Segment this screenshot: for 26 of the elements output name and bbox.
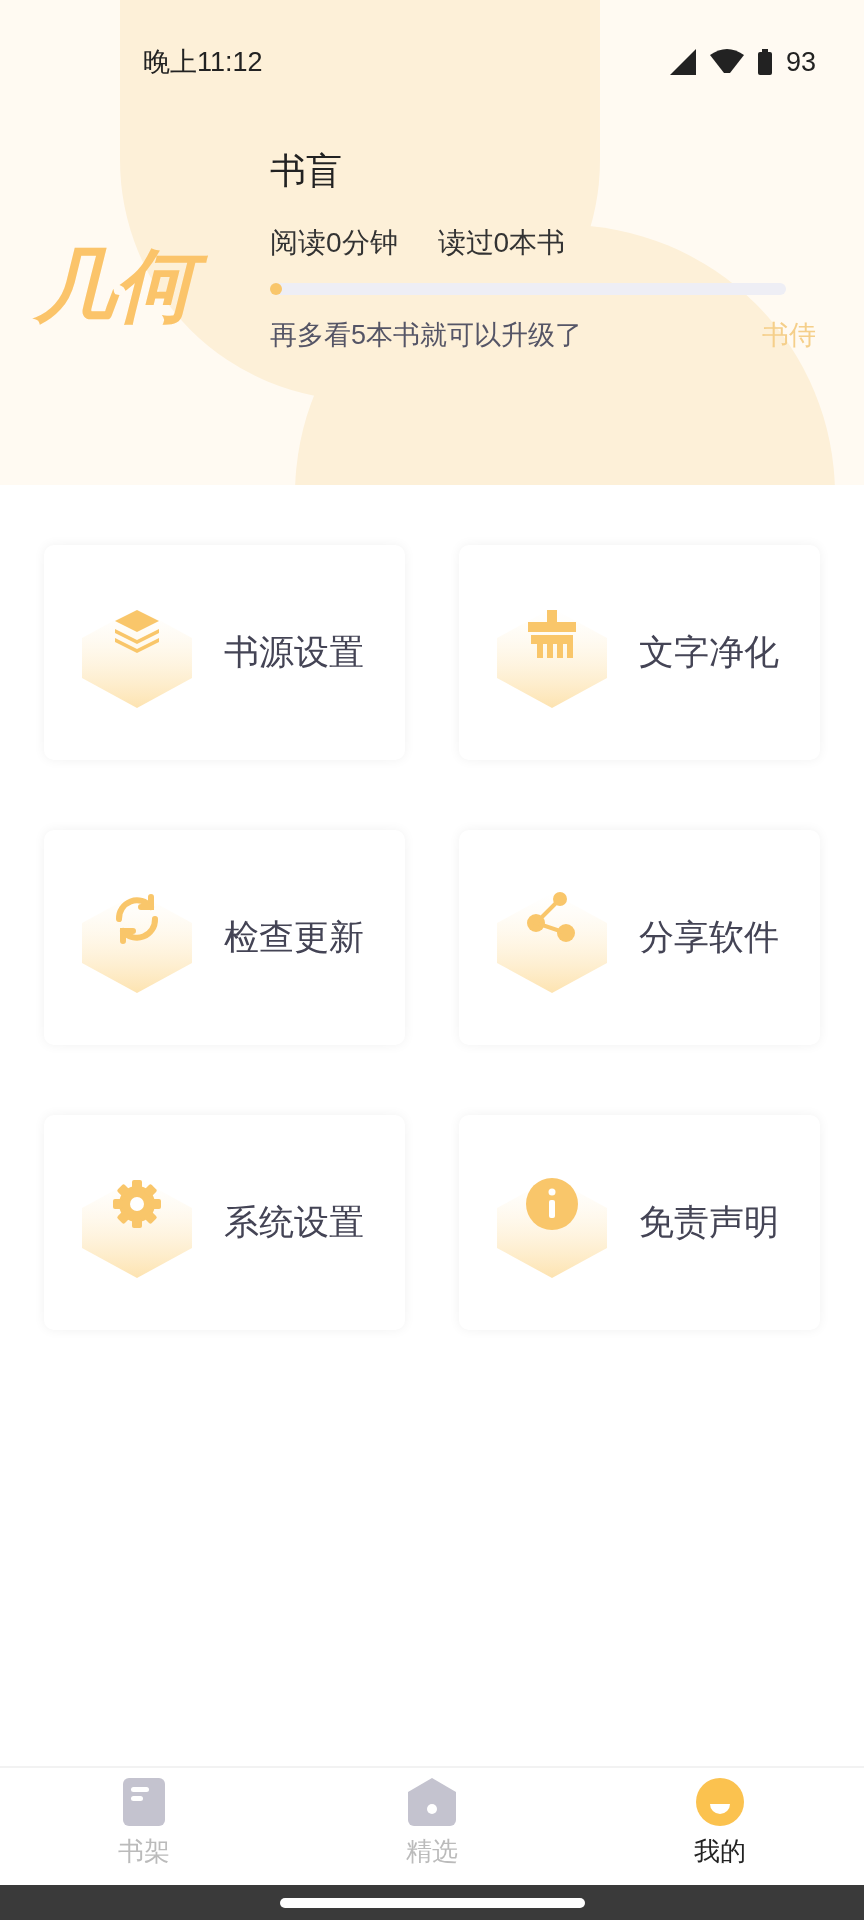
nav-tab[interactable]: 我的 [576,1768,864,1885]
menu-label: 免责声明 [639,1201,779,1244]
menu-label: 文字净化 [639,631,779,674]
book-icon [123,1778,165,1826]
menu-card[interactable]: 文字净化 [459,545,820,760]
menu-card[interactable]: 免责声明 [459,1115,820,1330]
menu-card[interactable]: 分享软件 [459,830,820,1045]
status-time: 晚上11:12 [143,46,263,79]
menu-label: 检查更新 [224,916,364,959]
menu-card[interactable]: 系统设置 [44,1115,405,1330]
menu-label: 书源设置 [224,631,364,674]
menu-card[interactable]: 书源设置 [44,545,405,760]
upgrade-hint: 再多看5本书就可以升级了 [270,318,583,352]
next-rank: 书侍 [762,318,816,352]
smile-icon [696,1778,744,1826]
battery-icon [757,49,772,76]
home-icon [408,1778,456,1826]
menu-card[interactable]: 检查更新 [44,830,405,1045]
menu-label: 系统设置 [224,1201,364,1244]
wifi-icon [709,49,744,76]
user-rank: 书盲 [270,148,342,193]
menu-label: 分享软件 [639,916,779,959]
reading-stat: 阅读0分钟 [270,225,398,260]
app-logo: 几何 [23,235,207,336]
reading-stat: 读过0本书 [437,225,566,260]
battery-level: 93 [785,46,816,79]
